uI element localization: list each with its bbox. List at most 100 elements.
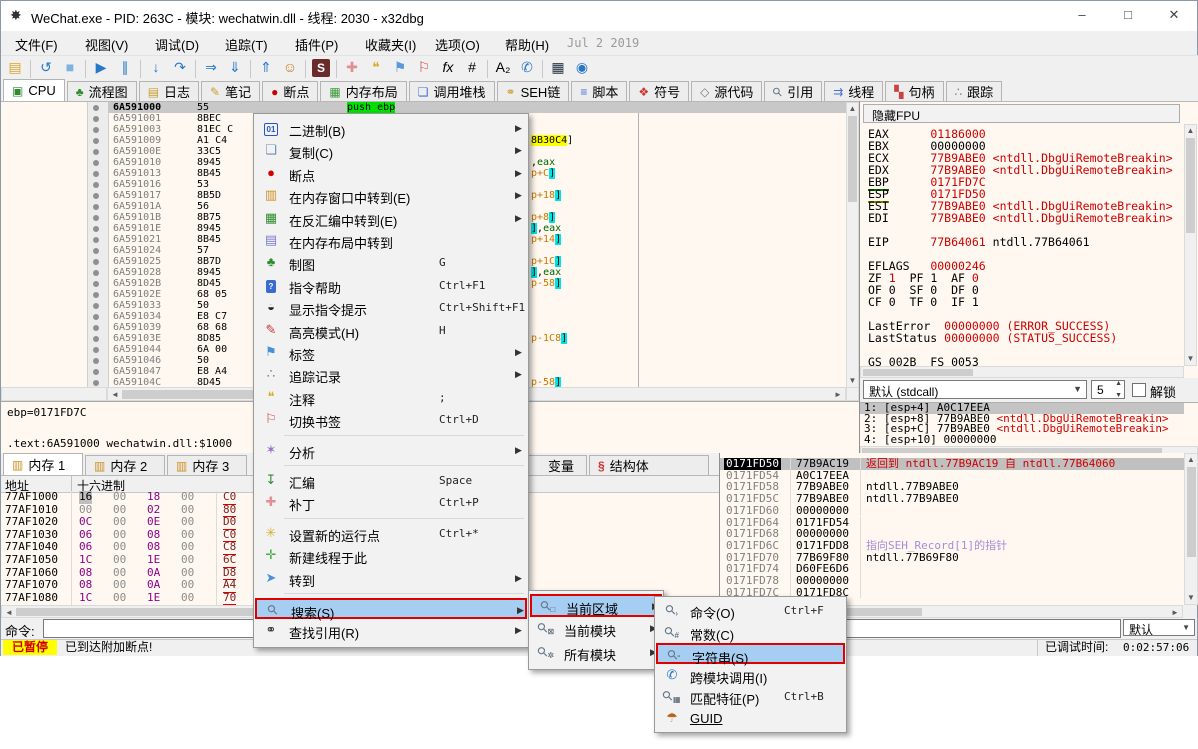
tab-符号[interactable]: ❖符号 [629, 81, 689, 101]
menu-item-constant[interactable]: ⚲#常数(C) [656, 622, 845, 643]
calculator-icon[interactable]: ▦ [546, 57, 570, 79]
registers-vscrollbar[interactable]: ▲ ▼ [1184, 124, 1197, 366]
tab-日志[interactable]: ▤日志 [139, 81, 199, 101]
strings-icon[interactable]: S [312, 59, 330, 77]
menu-item-follow-in-disassembler[interactable]: ▦在反汇编中转到(E)▶ [255, 208, 527, 229]
menu-item-intermodular-calls[interactable]: ✆跨模块调用(I) [656, 665, 845, 686]
menubar-item-4[interactable]: 插件(P) [289, 35, 344, 54]
menubar-item-7[interactable]: 帮助(H) [499, 35, 555, 54]
menu-item-toggle-bookmark[interactable]: ⚐切换书签Ctrl+D [255, 409, 527, 430]
command-profile-select[interactable]: 默认 ▼ [1123, 619, 1195, 636]
stack-row[interactable]: 0171FD7800000000 [720, 575, 1184, 587]
tab-调用堆栈[interactable]: ❏调用堆栈 [409, 81, 495, 101]
menu-item-pattern[interactable]: ⚲▦匹配特征(P)Ctrl+B [656, 686, 845, 707]
menubar-item-2[interactable]: 调试(D) [149, 35, 205, 54]
menu-item-guid[interactable]: ☂GUID [656, 708, 845, 729]
minimize-button[interactable]: – [1059, 1, 1105, 31]
attach-icon[interactable]: ☺ [278, 56, 302, 78]
open-file-icon[interactable]: ▤ [3, 57, 27, 79]
tab-dump-3[interactable]: ▥内存 3 [167, 455, 247, 475]
spinner-down-icon[interactable]: ▼ [1115, 392, 1122, 399]
menu-item-copy[interactable]: ❏复制(C)▶ [255, 140, 527, 161]
bookmarks-icon[interactable]: ⚐ [412, 57, 436, 79]
stack-row[interactable]: 0171FD7077B69F80ntdll.77B69F80 [720, 552, 1184, 564]
menu-item-instruction-help[interactable]: ?指令帮助Ctrl+F1 [255, 275, 527, 296]
tab-笔记[interactable]: ✎笔记 [201, 81, 260, 101]
unlock-checkbox[interactable] [1132, 383, 1146, 397]
menu-item-graph[interactable]: ♣制图G [255, 252, 527, 273]
menu-item-all-modules[interactable]: ⚲✲所有模块▶ [530, 642, 662, 665]
run-icon[interactable]: ▶ [89, 57, 113, 79]
labels-icon[interactable]: ⚑ [388, 57, 412, 79]
menu-item-set-new-origin[interactable]: ✳设置新的运行点Ctrl+* [255, 523, 527, 544]
function-icon[interactable]: fx [436, 56, 460, 78]
menu-item-trace-record[interactable]: ∴追踪记录▶ [255, 364, 527, 385]
maximize-button[interactable]: □ [1105, 1, 1151, 31]
menu-item-patch[interactable]: ✚补丁Ctrl+P [255, 492, 527, 513]
menu-item-follow-in-dump[interactable]: ▥在内存窗口中转到(E)▶ [255, 185, 527, 206]
stop-icon[interactable]: ■ [58, 56, 82, 78]
menu-item-current-region[interactable]: ⚲□当前区域▶ [530, 594, 662, 617]
hide-fpu-button[interactable]: 隐藏FPU [863, 104, 1180, 123]
disasm-vscrollbar[interactable]: ▲ ▼ [846, 102, 859, 388]
menubar-item-3[interactable]: 追踪(T) [219, 35, 274, 54]
registers-hscrollbar[interactable] [860, 366, 1184, 378]
hash-icon[interactable]: # [460, 56, 484, 78]
tab-引用[interactable]: ⚲引用 [764, 81, 822, 101]
tab-dump-1[interactable]: ▥内存 1 [3, 453, 83, 475]
menu-item-breakpoint[interactable]: ●断点▶ [255, 163, 527, 184]
menubar-item-5[interactable]: 收藏夹(I) [359, 35, 422, 54]
menu-item-binary[interactable]: 01二进制(B)▶ [255, 118, 527, 139]
tab-locals-partial[interactable]: 变量 [521, 455, 587, 475]
step-into-icon[interactable]: ↓ [144, 56, 168, 78]
tab-线程[interactable]: ⇉线程 [824, 81, 883, 101]
arguments-view[interactable]: 1: [esp+4] A0C17EEA2: [esp+8] 77B9ABE0 <… [860, 402, 1198, 444]
stack-row[interactable]: 0171FD5C77B9ABE0ntdll.77B9ABE0 [720, 493, 1184, 505]
menubar-item-6[interactable]: 选项(O) [429, 35, 486, 54]
menubar-item-1[interactable]: 视图(V) [79, 35, 134, 54]
menu-item-string-references[interactable]: ⚲“字符串(S) [656, 643, 845, 664]
stack-row[interactable]: 0171FD640171FD54 [720, 517, 1184, 529]
tab-CPU[interactable]: ▣CPU [3, 79, 65, 101]
run-to-user-code-icon[interactable]: ⇓ [223, 57, 247, 79]
restart-icon[interactable]: ↺ [34, 57, 58, 79]
tab-断点[interactable]: ●断点 [262, 81, 318, 101]
tab-SEH链[interactable]: ⚭SEH链 [497, 81, 570, 101]
menu-item-show-mnemonic-brief[interactable]: ◒显示指令提示Ctrl+Shift+F1 [255, 297, 527, 318]
comments-icon[interactable]: ❝ [364, 57, 388, 79]
patch-icon[interactable]: ✚ [340, 57, 364, 79]
callconv-select[interactable]: 默认 (stdcall) ▼ [863, 380, 1087, 399]
stack-row[interactable]: 0171FD5077B9AC19返回到 ntdll.77B9AC19 自 ntd… [720, 458, 1184, 470]
stack-rows[interactable]: 0171FD5077B9AC19返回到 ntdll.77B9AC19 自 ntd… [720, 458, 1184, 600]
stack-row[interactable]: 0171FD6C0171FDD8指向SEH_Record[1]的指针 [720, 540, 1184, 552]
argument-row[interactable]: 4: [esp+10] 00000000 [860, 435, 1184, 446]
menu-item-search-for[interactable]: ⚲搜索(S)▶ [255, 598, 527, 619]
menu-item-follow-in-memory-map[interactable]: ▤在内存布局中转到 [255, 230, 527, 251]
stack-row[interactable]: 0171FD74D60FE6D6 [720, 563, 1184, 575]
menu-item-goto[interactable]: ➤转到▶ [255, 568, 527, 589]
tab-句柄[interactable]: ▚句柄 [885, 81, 943, 101]
menu-item-label[interactable]: ⚑标签▶ [255, 342, 527, 363]
menu-item-command[interactable]: ⚲›命令(O)Ctrl+F [656, 600, 845, 621]
menu-item-highlighting-mode[interactable]: ✎高亮模式(H)H [255, 320, 527, 341]
tab-流程图[interactable]: ♣流程图 [67, 81, 137, 101]
menu-item-assemble[interactable]: ↧汇编Space [255, 470, 527, 491]
tab-内存布局[interactable]: ▦内存布局 [320, 81, 406, 101]
disasm-row[interactable]: 6A59100055push ebp [1, 102, 846, 113]
pause-icon[interactable]: ∥ [113, 57, 137, 79]
spinner-up-icon[interactable]: ▲ [1115, 380, 1122, 387]
menu-item-current-module[interactable]: ⚲⊠当前模块▶ [530, 618, 662, 641]
execute-till-return-icon[interactable]: ⇒ [199, 57, 223, 79]
arg-depth-spinner[interactable]: 5 ▲ ▼ [1091, 380, 1125, 399]
modules-call-icon[interactable]: ✆ [515, 57, 539, 79]
menu-item-analysis[interactable]: ✶分析▶ [255, 440, 527, 461]
tab-dump-2[interactable]: ▥内存 2 [85, 455, 165, 475]
tab-脚本[interactable]: ≡脚本 [571, 81, 627, 101]
step-out-icon[interactable]: ⇑ [254, 57, 278, 79]
tab-跟踪[interactable]: ∴跟踪 [946, 81, 1003, 101]
menu-item-find-references[interactable]: ⚭查找引用(R)▶ [255, 620, 527, 641]
step-over-icon[interactable]: ↷ [168, 57, 192, 79]
az-icon[interactable]: A₂ [491, 56, 515, 78]
stack-vscrollbar[interactable]: ▲ ▼ [1184, 453, 1198, 605]
menu-item-comment[interactable]: ❝注释; [255, 387, 527, 408]
